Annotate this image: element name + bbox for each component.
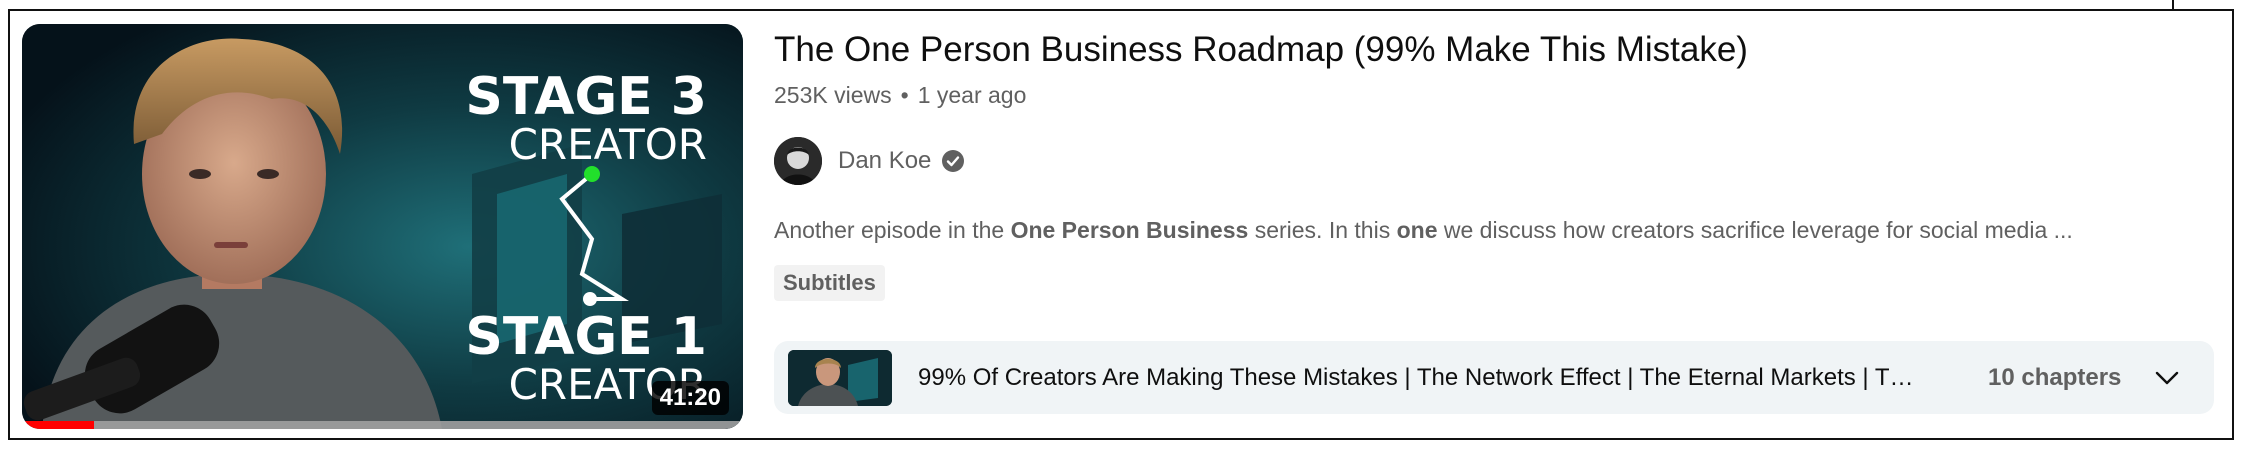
upload-age: 1 year ago [917,82,1027,108]
thumbnail-text-creator-top: CREATOR [509,120,707,169]
watch-progress-fill [22,421,95,429]
duration-badge: 41:20 [651,381,729,415]
desc-highlight: One Person Business [1010,217,1249,243]
chevron-down-icon[interactable] [2152,363,2182,393]
channel-avatar[interactable] [774,137,822,185]
chapter-count[interactable]: 10 chapters [1988,341,2121,414]
desc-text: series. In this [1248,217,1397,243]
verified-check-icon [942,150,965,172]
desc-text: we discuss how creators sacrifice levera… [1437,217,2073,243]
video-meta: 253K views • 1 year ago [774,80,1026,110]
view-count: 253K views [774,82,892,108]
divider [2172,0,2174,9]
chapter-titles: 99% Of Creators Are Making These Mistake… [918,364,1918,391]
chapters-bar[interactable]: 99% Of Creators Are Making These Mistake… [774,341,2214,414]
channel-link[interactable]: Dan Koe [774,136,965,186]
video-description-snippet: Another episode in the One Person Busine… [774,214,2073,246]
video-thumbnail[interactable]: STAGE 3 CREATOR STAGE 1 CREATOR 41:20 [22,24,743,429]
thumbnail-text-stage3: STAGE 3 [465,67,707,127]
watch-progress-bar [22,421,743,429]
desc-text: Another episode in the [774,217,1011,243]
subtitles-badge: Subtitles [774,265,885,301]
thumbnail-image: STAGE 3 CREATOR STAGE 1 CREATOR [22,24,743,429]
channel-name[interactable]: Dan Koe [838,147,931,175]
video-title[interactable]: The One Person Business Roadmap (99% Mak… [774,26,1748,74]
chapter-thumbnail [788,350,892,406]
meta-separator: • [900,82,909,108]
desc-highlight: one [1396,217,1438,243]
thumbnail-text-stage1: STAGE 1 [465,307,707,367]
